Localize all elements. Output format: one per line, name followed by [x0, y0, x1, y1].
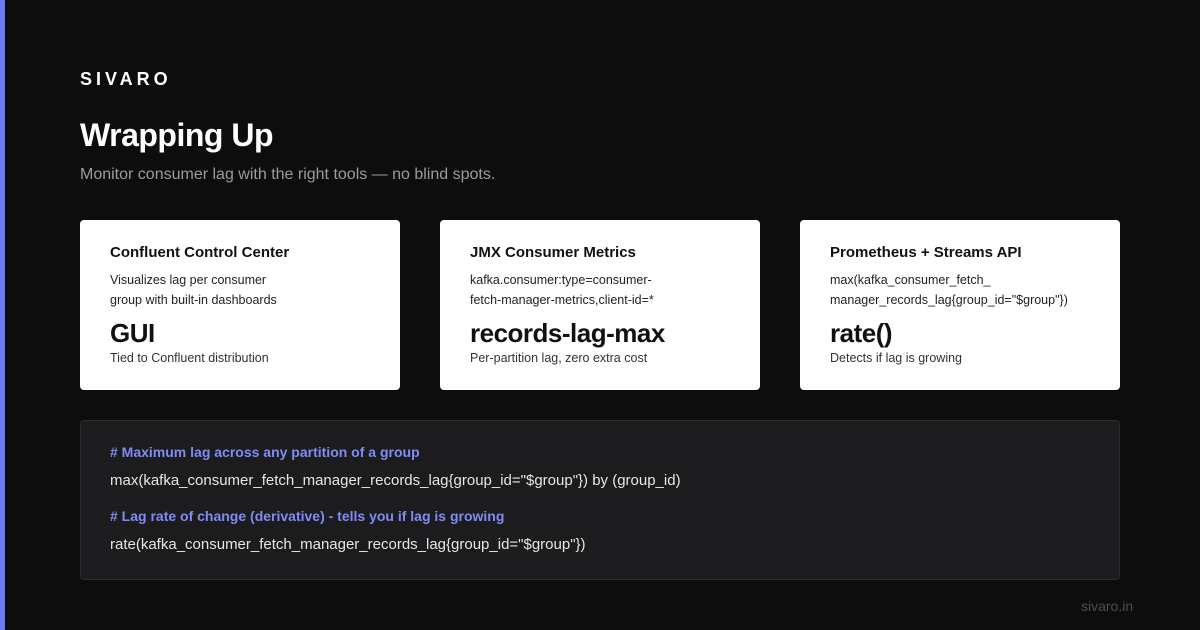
card-description-line: group with built-in dashboards: [110, 293, 277, 307]
card-confluent-control-center: Confluent Control Center Visualizes lag …: [80, 220, 400, 390]
card-title: Prometheus + Streams API: [830, 244, 1022, 261]
card-description-line: manager_records_lag{group_id="$group"}): [830, 293, 1068, 307]
tool-cards: Confluent Control Center Visualizes lag …: [80, 220, 1120, 390]
code-line: max(kafka_consumer_fetch_manager_records…: [110, 472, 681, 489]
footer-url: sivaro.in: [1081, 598, 1134, 614]
card-description: kafka.consumer:type=consumer- fetch-mana…: [470, 270, 730, 310]
code-line: rate(kafka_consumer_fetch_manager_record…: [110, 536, 586, 553]
card-note: Detects if lag is growing: [830, 351, 963, 365]
card-description-line: fetch-manager-metrics,client-id=*: [470, 293, 654, 307]
code-comment: # Lag rate of change (derivative) - tell…: [110, 508, 505, 524]
card-value: rate(): [830, 318, 893, 348]
card-value: GUI: [110, 318, 155, 348]
card-description: max(kafka_consumer_fetch_ manager_record…: [830, 270, 1090, 310]
card-description-line: Visualizes lag per consumer: [110, 273, 267, 287]
card-description-line: kafka.consumer:type=consumer-: [470, 273, 652, 287]
page-title: Wrapping Up: [80, 117, 274, 153]
card-description-line: max(kafka_consumer_fetch_: [830, 273, 991, 287]
card-note: Tied to Confluent distribution: [110, 351, 269, 365]
code-comment: # Maximum lag across any partition of a …: [110, 444, 420, 460]
card-title: JMX Consumer Metrics: [470, 244, 636, 261]
card-description: Visualizes lag per consumer group with b…: [110, 270, 370, 310]
brand-logo: SIVARO: [80, 69, 172, 89]
card-title: Confluent Control Center: [110, 244, 290, 261]
card-value: records-lag-max: [470, 318, 665, 348]
card-jmx-consumer-metrics: JMX Consumer Metrics kafka.consumer:type…: [440, 220, 760, 390]
card-prometheus-streams-api: Prometheus + Streams API max(kafka_consu…: [800, 220, 1120, 390]
page-subtitle: Monitor consumer lag with the right tool…: [80, 166, 496, 183]
card-note: Per-partition lag, zero extra cost: [470, 351, 648, 365]
code-block: # Maximum lag across any partition of a …: [80, 420, 1120, 580]
accent-bar: [0, 0, 5, 630]
